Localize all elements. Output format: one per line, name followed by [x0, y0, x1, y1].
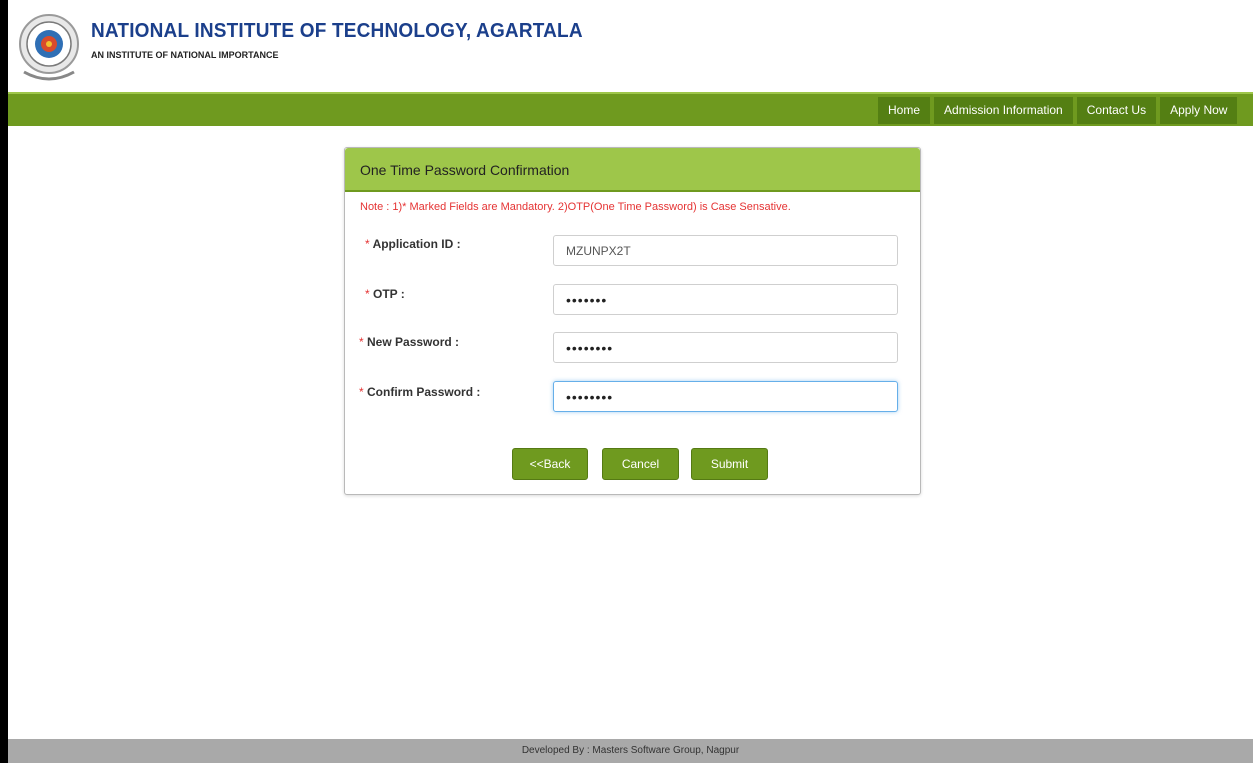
confirm-password-label-text: Confirm Password : — [367, 385, 481, 399]
nav-contact-us[interactable]: Contact Us — [1076, 97, 1157, 124]
otp-input[interactable] — [553, 284, 898, 315]
otp-label: * OTP : — [365, 287, 405, 301]
application-id-input[interactable] — [553, 235, 898, 266]
institute-seal-icon — [19, 14, 79, 81]
nav-home[interactable]: Home — [878, 97, 931, 124]
panel-title: One Time Password Confirmation — [360, 162, 570, 178]
otp-label-text: OTP : — [373, 287, 405, 301]
required-mark: * — [365, 287, 370, 301]
site-subtitle: AN INSTITUTE OF NATIONAL IMPORTANCE — [91, 50, 279, 60]
nav-admission-information[interactable]: Admission Information — [934, 97, 1073, 124]
top-navbar: Home Admission Information Contact Us Ap… — [8, 92, 1253, 126]
confirm-password-input[interactable] — [553, 381, 898, 412]
new-password-input[interactable] — [553, 332, 898, 363]
back-button[interactable]: <<Back — [512, 448, 588, 480]
cancel-button[interactable]: Cancel — [602, 448, 679, 480]
required-mark: * — [359, 335, 364, 349]
footer-credit: Developed By : Masters Software Group, N… — [521, 745, 740, 756]
required-mark: * — [359, 385, 364, 399]
nav-apply-now[interactable]: Apply Now — [1160, 97, 1238, 124]
otp-confirmation-panel: One Time Password Confirmation Note : 1)… — [344, 147, 921, 495]
new-password-label-text: New Password : — [367, 335, 460, 349]
nav-menu: Home Admission Information Contact Us Ap… — [878, 97, 1238, 124]
mandatory-note: Note : 1)* Marked Fields are Mandatory. … — [360, 201, 791, 213]
window-left-border — [0, 0, 8, 763]
submit-button[interactable]: Submit — [691, 448, 768, 480]
new-password-label: * New Password : — [359, 335, 459, 349]
page: NATIONAL INSTITUTE OF TECHNOLOGY, AGARTA… — [8, 0, 1253, 763]
confirm-password-label: * Confirm Password : — [359, 385, 480, 399]
site-title: NATIONAL INSTITUTE OF TECHNOLOGY, AGARTA… — [91, 20, 583, 42]
application-id-label: * Application ID : — [365, 237, 461, 251]
footer: Developed By : Masters Software Group, N… — [8, 739, 1253, 763]
site-header: NATIONAL INSTITUTE OF TECHNOLOGY, AGARTA… — [8, 0, 1253, 92]
required-mark: * — [365, 237, 370, 251]
application-id-label-text: Application ID : — [372, 237, 461, 251]
